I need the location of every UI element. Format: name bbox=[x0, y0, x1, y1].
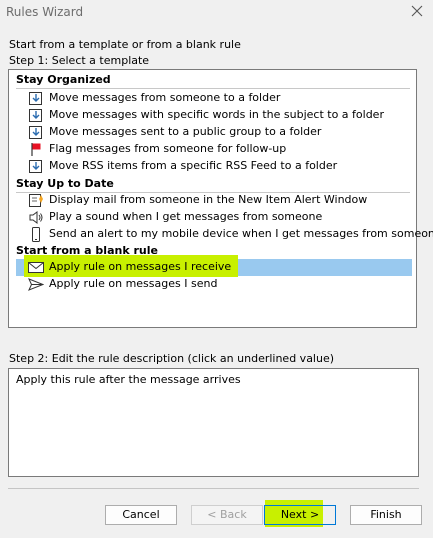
template-item-label: Move messages with specific words in the… bbox=[49, 108, 384, 121]
template-item-label: Display mail from someone in the New Ite… bbox=[49, 193, 368, 206]
template-item-apply-on-send[interactable]: Apply rule on messages I send bbox=[16, 276, 412, 293]
mobile-device-icon bbox=[28, 227, 44, 242]
close-button[interactable] bbox=[409, 3, 425, 19]
move-folder-icon bbox=[28, 159, 44, 174]
template-item-mobile-alert[interactable]: Send an alert to my mobile device when I… bbox=[16, 226, 433, 243]
template-item-apply-on-receive[interactable]: Apply rule on messages I receive bbox=[16, 255, 412, 277]
finish-button[interactable]: Finish bbox=[350, 505, 422, 525]
template-item-move-specific-words[interactable]: Move messages with specific words in the… bbox=[16, 107, 412, 124]
divider bbox=[8, 488, 419, 489]
group-header-stay-up-to-date: Stay Up to Date bbox=[16, 177, 114, 190]
move-folder-icon bbox=[28, 125, 44, 140]
template-item-play-sound[interactable]: Play a sound when I get messages from so… bbox=[16, 209, 412, 226]
template-item-label: Apply rule on messages I receive bbox=[49, 260, 232, 273]
group-header-stay-organized: Stay Organized bbox=[16, 73, 111, 86]
template-item-label: Flag messages from someone for follow-up bbox=[49, 142, 287, 155]
template-item-move-rss[interactable]: Move RSS items from a specific RSS Feed … bbox=[16, 158, 412, 175]
template-item-label: Move messages sent to a public group to … bbox=[49, 125, 322, 138]
template-item-move-from-someone[interactable]: Move messages from someone to a folder bbox=[16, 90, 412, 107]
template-item-move-public-group[interactable]: Move messages sent to a public group to … bbox=[16, 124, 412, 141]
template-item-label: Play a sound when I get messages from so… bbox=[49, 210, 323, 223]
move-folder-icon bbox=[28, 91, 44, 106]
step1-label: Step 1: Select a template bbox=[9, 54, 150, 67]
template-item-new-item-alert[interactable]: Display mail from someone in the New Ite… bbox=[16, 192, 412, 209]
window-title: Rules Wizard bbox=[6, 5, 84, 19]
move-folder-icon bbox=[28, 108, 44, 123]
speaker-icon bbox=[28, 210, 44, 225]
intro-text: Start from a template or from a blank ru… bbox=[9, 38, 241, 51]
cancel-button[interactable]: Cancel bbox=[105, 505, 177, 525]
send-icon bbox=[28, 277, 45, 292]
close-icon bbox=[411, 5, 423, 17]
template-item-flag-follow-up[interactable]: Flag messages from someone for follow-up bbox=[16, 141, 412, 158]
step2-label: Step 2: Edit the rule description (click… bbox=[9, 352, 335, 365]
envelope-icon bbox=[28, 260, 44, 275]
new-item-alert-icon bbox=[28, 193, 44, 208]
next-button[interactable]: Next > bbox=[264, 505, 336, 525]
group-divider bbox=[16, 88, 410, 89]
rule-description-text: Apply this rule after the message arrive… bbox=[16, 373, 241, 386]
template-item-label: Move RSS items from a specific RSS Feed … bbox=[49, 159, 338, 172]
template-item-label: Move messages from someone to a folder bbox=[49, 91, 281, 104]
rule-description-box[interactable]: Apply this rule after the message arrive… bbox=[8, 368, 419, 477]
template-item-label: Send an alert to my mobile device when I… bbox=[49, 227, 433, 240]
title-bar: Rules Wizard bbox=[0, 0, 433, 26]
template-list[interactable]: Stay Organized Move messages from someon… bbox=[8, 69, 433, 328]
back-button[interactable]: < Back bbox=[191, 505, 263, 525]
template-item-label: Apply rule on messages I send bbox=[49, 277, 218, 290]
red-flag-icon bbox=[28, 142, 44, 157]
